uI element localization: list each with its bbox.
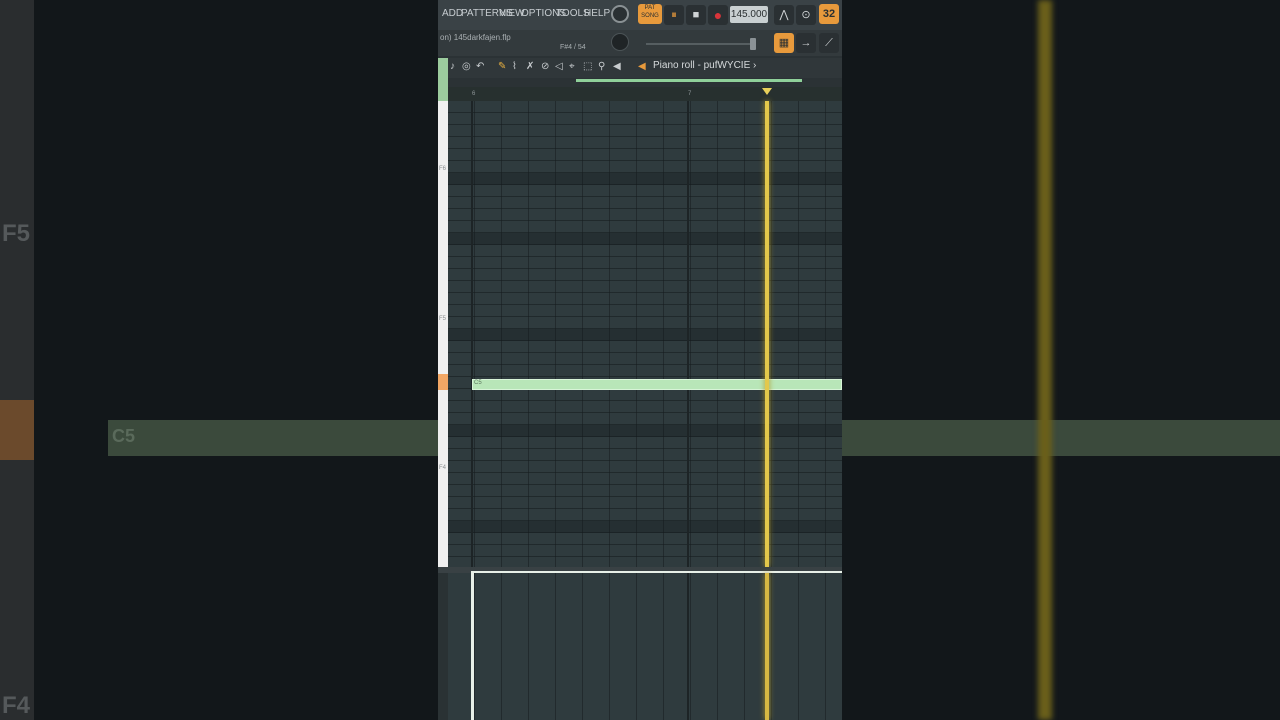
bar-line-6 (471, 101, 473, 567)
ruler-bar-6: 6 (472, 91, 476, 97)
pat-song-toggle[interactable]: PAT SONG (638, 4, 662, 24)
arrow-right-icon[interactable]: → (796, 33, 816, 53)
slider-thumb[interactable] (750, 38, 756, 50)
pitch-knob[interactable] (611, 33, 629, 51)
speaker-icon[interactable]: ◀ (638, 61, 646, 72)
blurred-playline (1038, 0, 1052, 720)
metronome-icon[interactable]: ⋀ (774, 5, 794, 25)
snap-icon[interactable]: ◎ (462, 61, 471, 72)
note-icon[interactable]: ♪ (450, 61, 455, 72)
note-position-readout: F#4 / 54 (560, 44, 586, 51)
pat-label: PAT (644, 5, 656, 11)
master-pitch-slider[interactable] (646, 43, 756, 45)
blurred-key-label-f5: F5 (2, 220, 31, 247)
brush-icon[interactable]: ⌇ (512, 61, 517, 72)
mute-icon[interactable]: ⊘ (541, 61, 549, 72)
menu-add[interactable]: ADD (442, 8, 463, 19)
playhead-marker-icon[interactable] (762, 88, 772, 95)
playhead-line (765, 101, 769, 567)
grid-octave-band (448, 425, 842, 437)
tempo-display[interactable]: 145.000 (730, 6, 768, 23)
blurred-note-left (108, 420, 438, 456)
marquee-icon[interactable]: ⬚ (583, 61, 592, 72)
scroll-overview-bar[interactable] (576, 79, 802, 82)
pause-button[interactable]: ⏸ (664, 5, 684, 25)
blurred-key-label-f4: F4 (2, 692, 31, 719)
event-editor-gutter (438, 573, 448, 720)
velocity-level-line (472, 571, 842, 573)
zoom-icon[interactable]: ⚲ (598, 61, 605, 72)
piano-roll-title-text: Piano roll - pufWYCIE (653, 60, 751, 71)
wrench-icon[interactable]: ⟋ (819, 33, 839, 53)
velocity-event-editor[interactable] (448, 573, 842, 720)
event-bar-line (687, 573, 689, 720)
grid-octave-band (448, 329, 842, 341)
playback-icon[interactable]: ◀ (613, 61, 621, 72)
song-label: SONG (641, 13, 659, 19)
stop-button[interactable]: ■ (686, 5, 706, 25)
pattern-selector[interactable]: 32 (819, 4, 839, 24)
blurred-note-right (842, 420, 1280, 456)
delete-icon[interactable]: ✗ (526, 61, 534, 72)
grid-octave-band (448, 521, 842, 533)
undo-icon[interactable]: ↶ (476, 61, 484, 72)
blurred-background-left (0, 0, 438, 720)
velocity-bar[interactable] (471, 571, 474, 720)
event-playhead-line (765, 573, 769, 720)
blurred-background-right (842, 0, 1280, 720)
ruler-bar-7: 7 (688, 91, 692, 97)
timeline-ruler[interactable] (448, 87, 842, 101)
piano-roll-title[interactable]: Piano roll - pufWYCIE › (653, 60, 756, 71)
slice-icon[interactable]: ◁ (555, 61, 563, 72)
piano-roll-icon[interactable]: ▦ (774, 33, 794, 53)
active-key-c5[interactable] (438, 374, 448, 390)
key-label-f4: F4 (439, 465, 447, 471)
master-volume-knob[interactable] (611, 5, 629, 23)
key-label-f6: F6 (439, 166, 447, 172)
note-label: C5 (474, 380, 482, 386)
fl-studio-window: ADD PATTERNS VIEW OPTIONS TOOLS HELP PAT… (438, 0, 842, 720)
record-button[interactable]: ● (708, 5, 728, 25)
wait-for-input-icon[interactable]: ⊙ (796, 5, 816, 25)
note-c5[interactable] (472, 379, 842, 390)
screen: F5 F4 C5 ADD PATTERNS VIEW OPTIONS TOOLS… (0, 0, 1280, 720)
pencil-icon[interactable]: ✎ (498, 61, 506, 72)
grid-octave-band (448, 233, 842, 245)
channel-color-strip (438, 58, 448, 101)
blurred-piano-keys (0, 0, 34, 720)
key-label-f5: F5 (439, 316, 447, 322)
title-chevron-icon: › (753, 60, 757, 71)
grid-octave-band (448, 173, 842, 185)
bar-line-7 (687, 101, 689, 567)
menu-help[interactable]: HELP (584, 8, 610, 19)
project-file-name: on) 145darkfajen.flp (440, 33, 511, 42)
blurred-note-label: C5 (112, 426, 136, 446)
select-icon[interactable]: ⌖ (569, 61, 575, 72)
blurred-active-key (0, 400, 34, 460)
